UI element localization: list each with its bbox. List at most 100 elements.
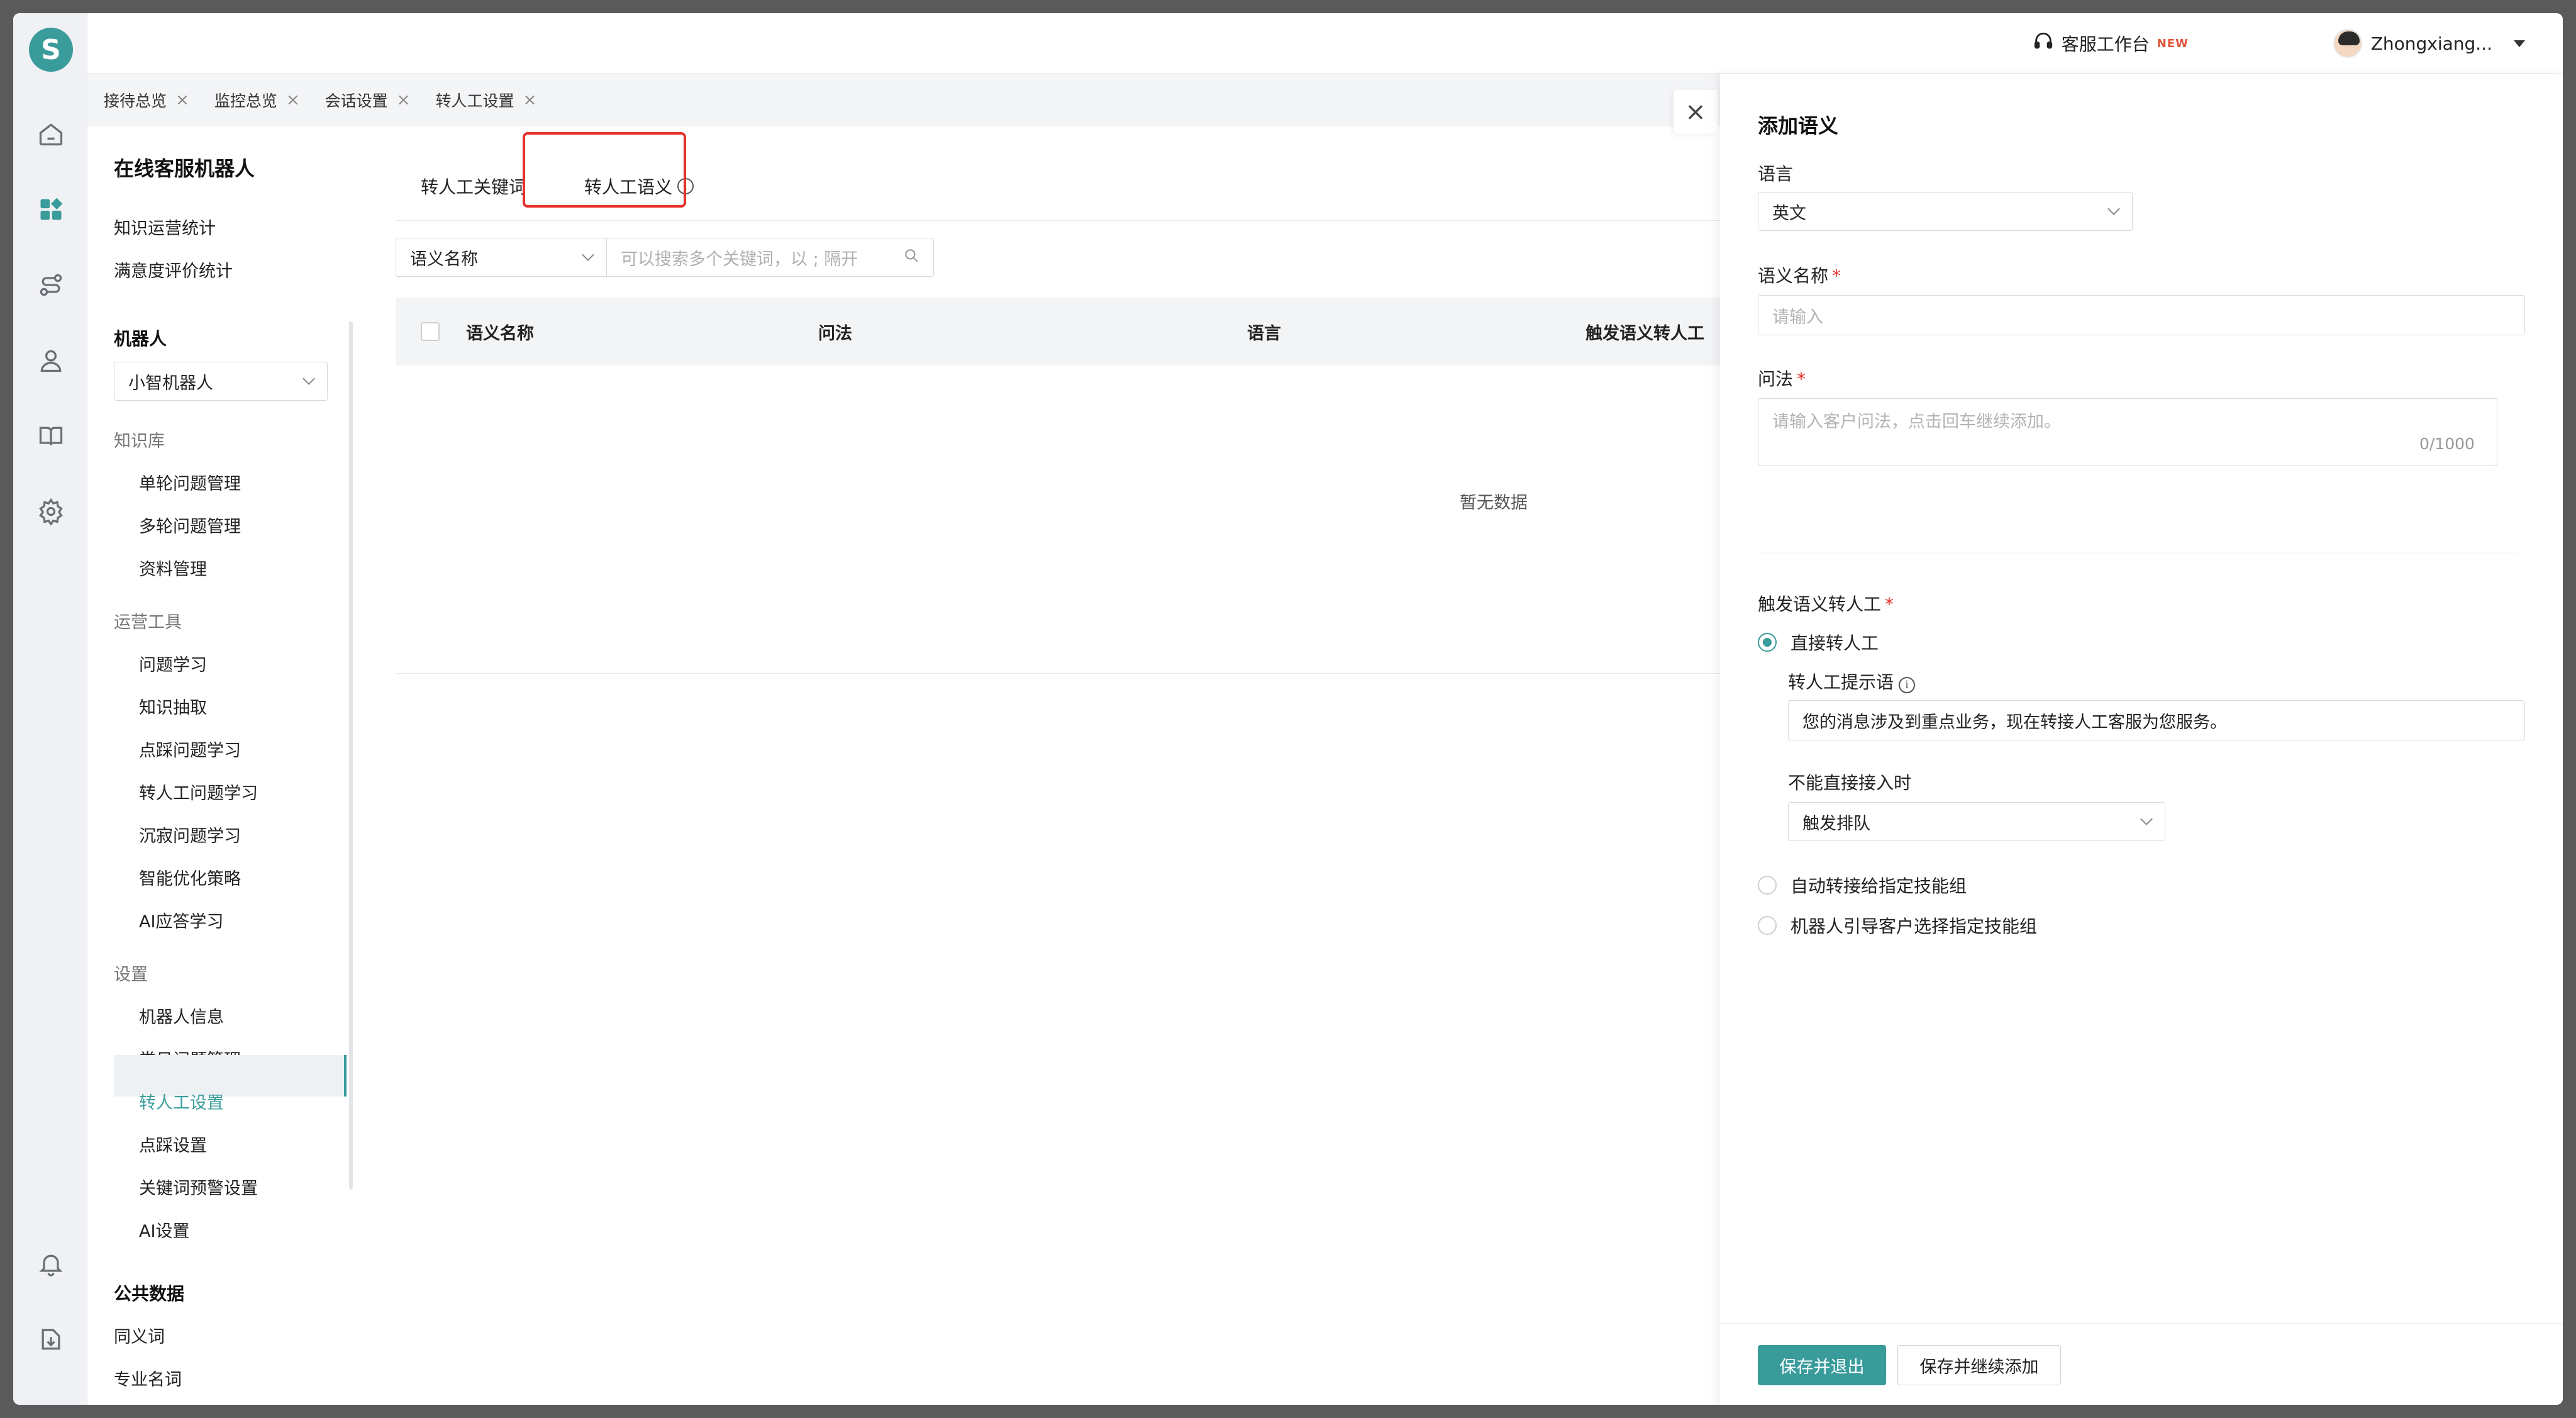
search-input[interactable]: 可以搜索多个关键词，以 ; 隔开 [607,238,934,277]
question-placeholder: 请输入客户问法，点击回车继续添加。 [1772,412,2061,432]
close-icon[interactable]: × [175,91,189,109]
agent-icon[interactable] [37,347,65,374]
service-workbench-label: 客服工作台 [2061,34,2150,55]
sidebar-item-ai-settings[interactable]: AI设置 [139,1217,189,1242]
sidebar-item-knowledge-stats[interactable]: 知识运营统计 [114,215,216,239]
question-label: 问法 * [1758,369,1806,389]
sidebar-item-ai-answer-learning[interactable]: AI应答学习 [139,908,223,932]
tab-transfer-keywords[interactable]: 转人工关键词 [421,152,526,221]
bell-icon[interactable] [37,1250,65,1278]
select-all-checkbox[interactable] [421,298,440,366]
top-bar: 客服工作台 NEW Zhongxiang... [87,13,2563,74]
robot-select[interactable]: 小智机器人 [114,362,328,401]
caret-down-icon [2514,40,2525,47]
sidebar-group-settings: 设置 [114,965,148,985]
chevron-down-icon [582,248,594,261]
download-icon[interactable] [37,1326,65,1353]
service-workbench-link[interactable]: 客服工作台 NEW [2033,31,2189,56]
language-label: 语言 [1758,164,1794,184]
save-continue-button[interactable]: 保存并继续添加 [1897,1345,2061,1385]
sidebar-item-materials[interactable]: 资料管理 [139,555,207,580]
user-menu[interactable]: Zhongxiang... [2333,28,2525,59]
icon-rail: S [13,13,87,1405]
sidebar-section-robot: 机器人 [114,328,167,349]
radio-label: 自动转接给指定技能组 [1790,876,1967,896]
highlight-box [523,132,686,208]
sidebar-title: 在线客服机器人 [114,157,255,181]
close-icon[interactable]: × [286,91,300,109]
close-icon[interactable]: × [397,91,411,109]
empty-text: 暂无数据 [1460,493,1528,513]
app-logo[interactable]: S [29,28,73,72]
tab-session-settings[interactable]: 会话设置 × [325,89,411,111]
route-icon[interactable] [37,271,65,299]
book-icon[interactable] [37,422,65,450]
sidebar-item-dislike-learning[interactable]: 点踩问题学习 [139,737,241,761]
chevron-down-icon [2107,203,2120,215]
radio-direct-transfer[interactable]: 直接转人工 [1758,630,1879,655]
tab-label: 转人工关键词 [421,177,527,198]
trigger-label: 触发语义转人工 * [1758,594,1894,615]
sidebar-item-transfer-settings[interactable]: 转人工设置 [139,1089,224,1114]
search-placeholder: 可以搜索多个关键词，以 ; 隔开 [621,249,858,269]
language-select[interactable]: 英文 [1758,192,2133,231]
sidebar-item-transfer-learning[interactable]: 转人工问题学习 [139,779,258,804]
sidebar-item-silent-learning[interactable]: 沉寂问题学习 [139,822,241,847]
sidebar-section-public: 公共数据 [114,1283,185,1304]
sidebar-item-synonyms[interactable]: 同义词 [114,1323,165,1348]
drawer-footer: 保存并退出 保存并继续添加 [1720,1323,2563,1405]
close-icon: × [1685,98,1706,126]
tab-transfer-settings[interactable]: 转人工设置 × [435,89,536,111]
tab-label: 接待总览 [104,92,167,110]
filter-select-value: 语义名称 [410,249,478,269]
radio-label: 机器人引导客户选择指定技能组 [1790,916,2038,937]
sidebar-group-knowledge: 知识库 [114,432,165,451]
save-exit-button[interactable]: 保存并退出 [1758,1345,1886,1385]
sidebar-item-knowledge-extract[interactable]: 知识抽取 [139,694,207,718]
filter-select[interactable]: 语义名称 [396,238,607,277]
sidebar-item-terms[interactable]: 专业名词 [114,1366,182,1390]
avatar [2333,29,2362,58]
language-value: 英文 [1772,203,1806,223]
sidebar-item-keyword-alert[interactable]: 关键词预警设置 [139,1175,258,1199]
close-drawer-button[interactable]: × [1674,90,1718,134]
table-header: 语义名称 问法 语言 触发语义转人工 [396,298,1736,366]
question-textarea[interactable]: 请输入客户问法，点击回车继续添加。 [1758,398,2497,466]
semantic-name-input[interactable]: 请输入 [1758,295,2525,335]
sidebar-item-dislike-settings[interactable]: 点踩设置 [139,1132,207,1156]
home-icon[interactable] [37,120,65,148]
cannot-connect-select[interactable]: 触发排队 [1788,802,2165,841]
sidebar-item-question-learning[interactable]: 问题学习 [139,651,207,676]
chevron-down-icon [2140,813,2153,825]
sidebar-item-satisfaction-stats[interactable]: 满意度评价统计 [114,257,233,282]
add-semantic-drawer: 添加语义 语言 英文 语义名称 * 请输入 问法 * 请输入客户问法，点击回车继续添… [1720,74,2563,1405]
radio-guide-skill-group[interactable]: 机器人引导客户选择指定技能组 [1758,913,2037,938]
gear-icon[interactable] [37,498,65,527]
main-content: 转人工关键词 转人工语义 i 语义名称 可以搜索多个关键词，以 ; 隔开 语义名… [353,126,1736,1405]
sidebar-group-ops: 运营工具 [114,613,182,632]
chevron-down-icon [303,372,315,385]
radio-checked-icon [1758,633,1777,652]
cannot-connect-label: 不能直接接入时 [1788,773,1912,793]
prompt-input[interactable]: 您的消息涉及到重点业务，现在转接人工客服为您服务。 [1788,700,2525,740]
sidebar-item-multi-turn[interactable]: 多轮问题管理 [139,513,241,537]
search-bar: 语义名称 可以搜索多个关键词，以 ; 隔开 [396,238,934,277]
tab-label: 会话设置 [325,92,388,110]
cannot-connect-value: 触发排队 [1802,813,1870,834]
dashboard-icon[interactable] [37,196,65,223]
close-icon[interactable]: × [523,91,536,109]
sidebar-item-single-turn[interactable]: 单轮问题管理 [139,470,241,494]
drawer-title: 添加语义 [1758,114,1839,138]
tab-monitor-overview[interactable]: 监控总览 × [214,89,300,111]
search-icon[interactable] [903,247,919,268]
tab-reception-overview[interactable]: 接待总览 × [104,89,189,111]
tab-label: 监控总览 [214,92,277,110]
radio-auto-skill-group[interactable]: 自动转接给指定技能组 [1758,873,1967,898]
sidebar-item-robot-info[interactable]: 机器人信息 [139,1003,224,1028]
sidebar-item-smart-optimize[interactable]: 智能优化策略 [139,865,241,890]
info-icon[interactable]: i [1899,677,1916,693]
radio-unchecked-icon [1758,876,1777,895]
tab-label: 转人工设置 [435,92,514,110]
column-header: 触发语义转人工 [1585,323,1704,343]
user-name: Zhongxiang... [2370,33,2492,54]
